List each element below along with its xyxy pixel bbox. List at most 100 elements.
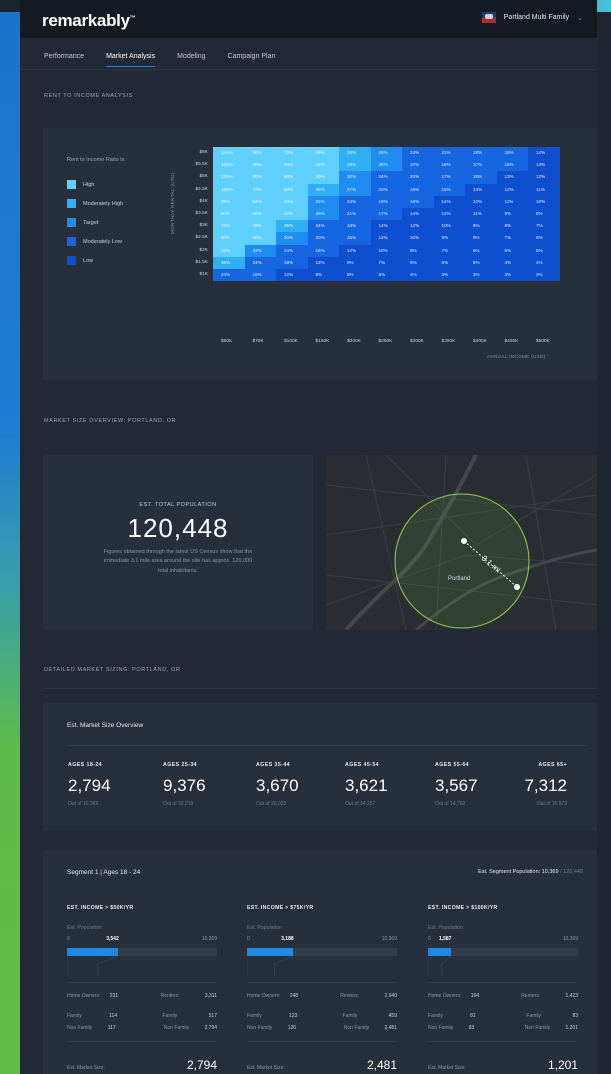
family-owners: 81 — [470, 1013, 476, 1019]
bar-scale: 0 3,542 10,369 — [67, 936, 217, 944]
income-threshold-label: EST. INCOME > $50K/YR — [67, 905, 134, 911]
heatmap-col-label: $100K — [284, 339, 298, 344]
heatmap-cell: 18% — [402, 183, 434, 196]
heatmap-col-label: $200K — [347, 339, 361, 344]
heatmap-cell: 8% — [496, 220, 528, 233]
heatmap-col-label: $400K — [473, 339, 487, 344]
nonfamily-label: Non Family — [67, 1025, 93, 1031]
heatmap-row-label: $2.5K — [195, 235, 208, 241]
market-radius-map[interactable]: 3.1 mi Portland — [326, 455, 597, 630]
heatmap-cell: 144% — [213, 147, 245, 160]
legend-item: High — [67, 175, 126, 194]
heatmap-cell: 80% — [244, 171, 276, 184]
heatmap-cell: 8% — [307, 269, 339, 282]
legend-label: Moderately High — [83, 200, 124, 207]
heatmap-cell: 72% — [244, 183, 276, 196]
renters-label: Renters: — [521, 993, 541, 999]
market-size-label: Est. Market Size: — [428, 1065, 466, 1071]
bar-connector — [428, 956, 452, 976]
heatmap-cell: 15% — [465, 171, 497, 184]
bar-max: 10,369 — [201, 936, 217, 942]
heatmap-cell: 14% — [465, 183, 497, 196]
heatmap-cell: 18% — [465, 147, 497, 160]
heatmap-cell: 12% — [496, 183, 528, 196]
heatmap-cell: 7% — [370, 256, 402, 269]
heatmap-row-label: $5K — [199, 174, 208, 180]
home-owners-label: Home Owners: — [67, 993, 101, 999]
bar-max: 10,369 — [381, 936, 397, 942]
heatmap-cell: 24% — [276, 244, 308, 257]
heatmap-row-label: $1.5K — [195, 259, 208, 265]
heatmap-cell: 7% — [433, 244, 465, 257]
legend-swatch — [67, 218, 76, 227]
tab-modeling[interactable]: Modeling — [177, 53, 205, 67]
heatmap-cell: 36% — [339, 147, 371, 160]
renters-label: Renters: — [160, 993, 180, 999]
income-threshold-label: EST. INCOME > $75K/YR — [247, 905, 314, 911]
section-divider — [43, 688, 597, 689]
family-label: Family — [67, 1013, 82, 1019]
heatmap-cell: 11% — [465, 208, 497, 221]
section-title-market-size: MARKET SIZE OVERVIEW: PORTLAND, OR — [44, 418, 177, 424]
heatmap-cell: 88% — [244, 159, 276, 172]
nonfamily-label: Non Family — [428, 1025, 454, 1031]
nonfamily-owners: 83 — [468, 1025, 475, 1031]
account-switcher[interactable]: Portland Multi Family ⌄ — [481, 12, 583, 23]
heatmap-cell: 32% — [307, 195, 339, 208]
heatmap-cell: 17% — [433, 171, 465, 184]
heatmap-cell: 5% — [496, 244, 528, 257]
heatmap-cell: 30% — [276, 232, 308, 245]
market-size-row: Est. Market Size: 1,201 — [428, 1058, 578, 1072]
heatmap-cell: 108% — [213, 183, 245, 196]
population-bar — [67, 948, 217, 956]
home-owners-value: 248 — [289, 993, 299, 999]
market-size-row: Est. Market Size: 2,794 — [67, 1058, 217, 1072]
tab-market-analysis[interactable]: Market Analysis — [106, 53, 156, 67]
nonfamily-label: Non Family — [163, 1025, 190, 1031]
bar-value: 3,188 — [281, 936, 294, 942]
age-group-out-of: Out of 20,033 — [256, 801, 287, 807]
heatmap-cell: 19% — [433, 159, 465, 172]
column-divider — [67, 1041, 217, 1042]
heatmap-cell: 48% — [213, 244, 245, 257]
heatmap-cell: 40% — [307, 171, 339, 184]
segment-population: Est. Segment Population: 10,369 / 120,44… — [478, 869, 583, 875]
nonfamily-label: Non Family — [524, 1025, 551, 1031]
heatmap-cell: 15% — [496, 159, 528, 172]
heatmap-cell: 120% — [213, 171, 245, 184]
bar-scale: 0 3,188 10,369 — [247, 936, 397, 944]
heatmap-cell: 32% — [244, 244, 276, 257]
heatmap-row-label: $1K — [199, 272, 208, 277]
nonfamily-renters: 1,201 — [565, 1025, 578, 1031]
heatmap-cell: 42% — [276, 208, 308, 221]
age-group-value: 3,567 — [435, 776, 478, 795]
population-label: EST. TOTAL POPULATION — [139, 502, 217, 508]
heatmap-cell: 16% — [244, 269, 276, 282]
heatmap-cell: 10% — [370, 244, 402, 257]
tab-performance[interactable]: Performance — [44, 53, 84, 67]
legend-label: Moderately Low — [83, 238, 122, 245]
bar-min: 0 — [67, 936, 70, 942]
nonfamily-owners: 117 — [107, 1025, 116, 1031]
heatmap-cell: 6% — [528, 232, 560, 245]
app-logo[interactable]: remarkably™ — [42, 11, 136, 31]
heatmap-cell: 12% — [307, 256, 339, 269]
segment-pop-value: 10,369 — [541, 869, 559, 875]
renters-label: Renters: — [340, 993, 360, 999]
heatmap-cell: 17% — [370, 208, 402, 221]
heatmap-cell: 36% — [307, 183, 339, 196]
population-bar-fill — [247, 948, 294, 956]
tab-campaign-plan[interactable]: Campaign Plan — [228, 53, 276, 67]
overview-title: Est. Market Size Overview — [67, 722, 144, 729]
column-divider — [428, 1041, 578, 1042]
heatmap-cell: 5% — [370, 269, 402, 282]
heatmap-cell: 72% — [276, 147, 308, 160]
legend-label: Low — [83, 257, 94, 264]
segment-title: Segment 1 | Ages 18 - 24 — [67, 869, 141, 876]
heatmap-cell: 13% — [496, 171, 528, 184]
heatmap-cell: 36% — [213, 256, 245, 269]
population-bar-fill — [67, 948, 119, 956]
home-owners-value: 164 — [470, 993, 480, 999]
heatmap-cell: 132% — [213, 159, 245, 172]
y-axis-label: MONTHLY RENTAL (USD) — [170, 172, 175, 234]
